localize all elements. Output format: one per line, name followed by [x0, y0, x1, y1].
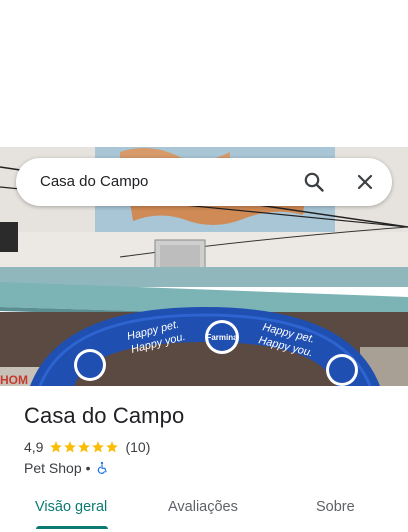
tab-overview[interactable]: Visão geral: [35, 499, 107, 515]
search-bar[interactable]: Casa do Campo: [16, 158, 392, 206]
close-icon[interactable]: [353, 170, 377, 194]
search-icon[interactable]: [302, 170, 326, 194]
top-blank-area: [0, 0, 408, 147]
star-icon: [50, 441, 63, 453]
rating-row[interactable]: 4,9 (10): [24, 438, 150, 456]
star-icon: [92, 441, 105, 453]
place-category: Pet Shop: [24, 460, 82, 476]
svg-text:HOM: HOM: [0, 373, 28, 386]
wheelchair-accessible-icon: [97, 461, 107, 474]
star-icon: [78, 441, 91, 453]
tab-bar: Visão geral Avaliações Sobre: [0, 490, 408, 532]
place-title: Casa do Campo: [24, 403, 185, 428]
star-icon: [106, 441, 119, 453]
tab-reviews[interactable]: Avaliações: [168, 499, 238, 515]
star-icon: [64, 441, 77, 453]
review-count[interactable]: (10): [125, 439, 150, 455]
tab-about[interactable]: Sobre: [316, 499, 355, 515]
rating-value: 4,9: [24, 439, 44, 455]
brand-seal-text: Farmina: [206, 333, 238, 342]
rating-stars: [49, 440, 119, 454]
search-query-text[interactable]: Casa do Campo: [40, 173, 148, 190]
active-tab-indicator: [36, 526, 108, 529]
separator-dot: •: [85, 460, 91, 476]
category-row: Pet Shop •: [24, 459, 109, 477]
